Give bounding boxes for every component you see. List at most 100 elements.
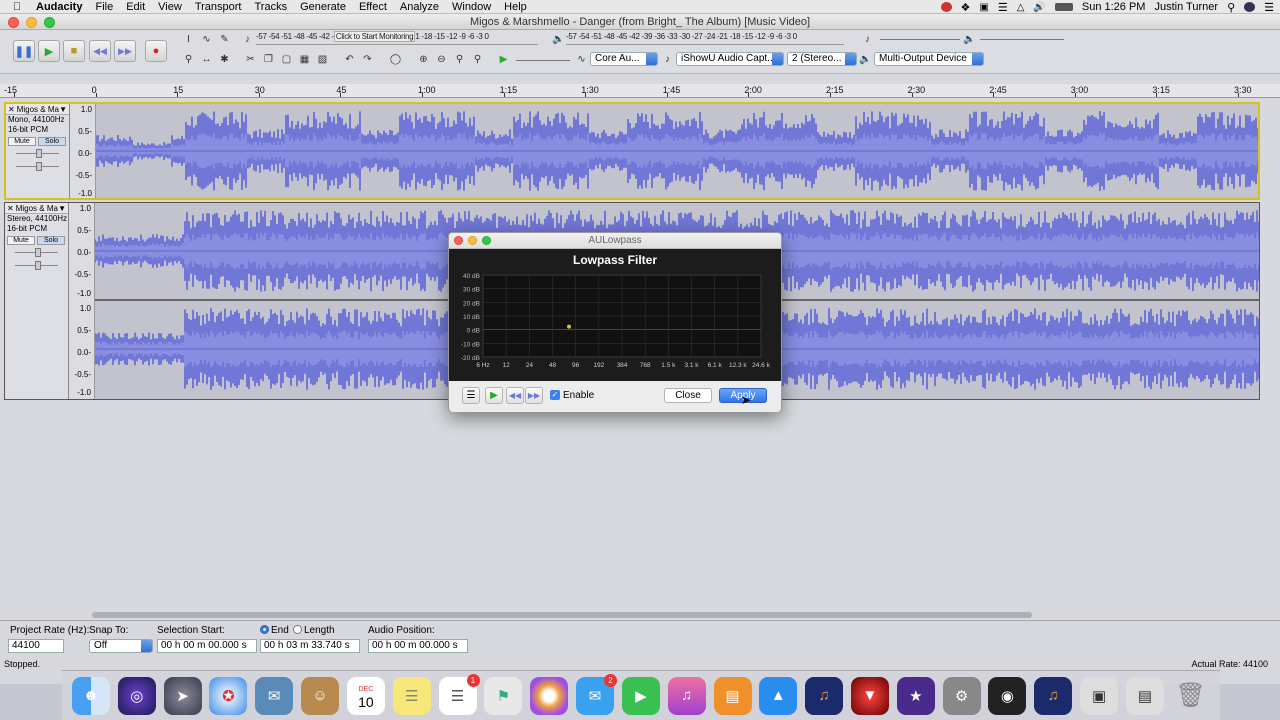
track-name-menu-stereo[interactable]: ✕ Migos & Ma ▼	[5, 203, 68, 214]
pan-slider[interactable]	[12, 161, 63, 172]
menu-transport[interactable]: Transport	[195, 1, 242, 13]
selection-start-field[interactable]: 00 h 00 m 00.000 s	[157, 639, 257, 653]
recording-device-select[interactable]: iShowU Audio Capt...	[676, 52, 784, 66]
menu-generate[interactable]: Generate	[300, 1, 346, 13]
preview-forward-button[interactable]: ▶▶	[525, 387, 543, 404]
pause-button[interactable]: ❚❚	[13, 40, 35, 62]
frequency-response-graph[interactable]: 40 dB 30 dB 20 dB 10 dB 0 dB -10 dB -20 dB6 Hz…	[449, 249, 783, 381]
monitor-label[interactable]: Click to Start Monitoring	[333, 31, 416, 42]
envelope-tool-icon[interactable]: ∿	[199, 32, 214, 47]
selection-tool-icon[interactable]: I	[181, 32, 196, 47]
copy-icon[interactable]: ❐	[261, 52, 276, 67]
track-menu-chevron-down-icon[interactable]: ▼	[58, 204, 66, 213]
zoom-out-icon[interactable]: ⊖	[434, 52, 449, 67]
airplay-icon[interactable]: △	[1017, 2, 1025, 13]
stop-button[interactable]: ■	[63, 40, 85, 62]
menu-view[interactable]: View	[158, 1, 182, 13]
trash-icon[interactable]: 🗑	[1172, 677, 1210, 715]
audacity-dock-icon[interactable]: ♫	[805, 676, 844, 715]
dialog-close-button[interactable]	[454, 236, 463, 245]
skip-end-button[interactable]: ▶▶	[114, 40, 136, 62]
solo-button[interactable]: Solo	[38, 137, 66, 146]
fit-project-icon[interactable]: ⚲	[470, 52, 485, 67]
multi-tool-icon[interactable]: ✱	[217, 52, 232, 67]
project-rate-select[interactable]: 44100	[8, 639, 64, 653]
battery-icon[interactable]	[1054, 3, 1073, 11]
spotlight-search-icon[interactable]: ⚲	[1227, 1, 1235, 14]
skip-start-button[interactable]: ◀◀	[89, 40, 111, 62]
recording-channels-select[interactable]: 2 (Stereo...	[787, 52, 857, 66]
timeshift-tool-icon[interactable]: ↔	[199, 52, 214, 67]
reminders-icon[interactable]: ☰ 1	[438, 673, 480, 715]
menu-app-name[interactable]: Audacity	[36, 1, 82, 13]
trim-icon[interactable]: ▦	[297, 52, 312, 67]
mail-icon[interactable]: ✉	[255, 676, 294, 715]
horizontal-scrollbar[interactable]	[92, 612, 1032, 618]
dialog-zoom-button[interactable]	[482, 236, 491, 245]
fit-selection-icon[interactable]: ⚲	[452, 52, 467, 67]
play-button[interactable]: ▶	[38, 40, 60, 62]
playback-volume-slider[interactable]	[980, 39, 1064, 40]
zoom-in-icon[interactable]: ⊕	[416, 52, 431, 67]
track-close-icon[interactable]: ✕	[7, 204, 14, 213]
track-close-icon[interactable]: ✕	[8, 105, 15, 114]
dropbox-icon[interactable]: ❖	[961, 1, 971, 14]
ibooks-icon[interactable]: ▤	[713, 676, 752, 715]
cut-icon[interactable]: ✂	[243, 52, 258, 67]
speaker-icon[interactable]: 🔈	[551, 32, 566, 47]
record-status-icon[interactable]	[940, 2, 952, 12]
volume-icon[interactable]: 🔊	[1033, 2, 1045, 13]
itunes-icon[interactable]: ♫	[667, 676, 706, 715]
menu-edit[interactable]: Edit	[126, 1, 145, 13]
notes-icon[interactable]: ☰	[392, 676, 431, 715]
menu-help[interactable]: Help	[504, 1, 527, 13]
length-radio[interactable]: Length	[293, 625, 335, 636]
play-speed-slider[interactable]	[516, 60, 570, 61]
calendar-icon[interactable]: DEC 10	[346, 676, 385, 715]
photos-icon[interactable]: ✿	[530, 676, 569, 715]
preview-play-button[interactable]: ▶	[485, 387, 503, 404]
apple-menu-icon[interactable]: 	[10, 1, 24, 13]
undo-icon[interactable]: ↶	[342, 52, 357, 67]
menu-clock[interactable]: Sun 1:26 PM	[1082, 1, 1146, 13]
downloader-icon[interactable]: ▼	[850, 676, 889, 715]
audacity-dock-icon-2[interactable]: ♫	[1034, 676, 1073, 715]
obs-icon[interactable]: ◉	[988, 676, 1027, 715]
zoom-tool-icon[interactable]: ⚲	[181, 52, 196, 67]
launchpad-icon[interactable]: ➤	[163, 676, 202, 715]
siri-icon[interactable]: ◎	[117, 676, 156, 715]
play-at-speed-icon[interactable]: ▶	[496, 52, 511, 67]
maps-icon[interactable]: ⚑	[484, 676, 523, 715]
redo-icon[interactable]: ↷	[360, 52, 375, 67]
sync-lock-icon[interactable]: ◯	[388, 52, 403, 67]
menu-file[interactable]: File	[95, 1, 113, 13]
wifi-icon[interactable]: ☰	[998, 1, 1008, 14]
system-preferences-icon[interactable]: ⚙	[942, 676, 981, 715]
display-icon[interactable]: ▣	[979, 2, 988, 13]
solo-button-stereo[interactable]: Solo	[37, 236, 65, 245]
selection-end-field[interactable]: 00 h 03 m 33.740 s	[260, 639, 360, 653]
presets-menu-button[interactable]: ☰	[462, 387, 480, 404]
screenshot-stack-icon[interactable]: ▣	[1080, 676, 1119, 715]
documents-stack-icon[interactable]: ▤	[1125, 676, 1164, 715]
messages-icon[interactable]: ✉ 2	[576, 673, 618, 715]
timeline-ruler[interactable]: -15 0 15 30 45 1:00 1:15 1:30 1:45 2:00 2:15 2:30 2:…	[0, 84, 1280, 98]
gain-slider[interactable]	[12, 148, 63, 159]
enable-checkbox[interactable]: ✓	[550, 390, 560, 400]
record-button[interactable]: ●	[145, 40, 167, 62]
menu-user[interactable]: Justin Turner	[1154, 1, 1218, 13]
menu-effect[interactable]: Effect	[359, 1, 387, 13]
audio-position-field[interactable]: 00 h 00 m 00.000 s	[368, 639, 468, 653]
dialog-minimize-button[interactable]	[468, 236, 477, 245]
safari-icon[interactable]: ✪	[209, 676, 248, 715]
contacts-icon[interactable]: ☺	[301, 676, 340, 715]
paste-icon[interactable]: ▢	[279, 52, 294, 67]
facetime-icon[interactable]: ▶	[621, 676, 660, 715]
finder-icon[interactable]: ☻	[71, 676, 110, 715]
gain-slider-stereo[interactable]	[11, 247, 62, 258]
snap-to-select[interactable]: Off	[89, 639, 153, 653]
record-volume-slider[interactable]	[880, 39, 960, 40]
record-meter[interactable]: -57 -54 -51 -48 -45 -42 - Click to Start …	[256, 31, 538, 45]
window-minimize-button[interactable]	[26, 17, 37, 28]
preview-rewind-button[interactable]: ◀◀	[506, 387, 524, 404]
